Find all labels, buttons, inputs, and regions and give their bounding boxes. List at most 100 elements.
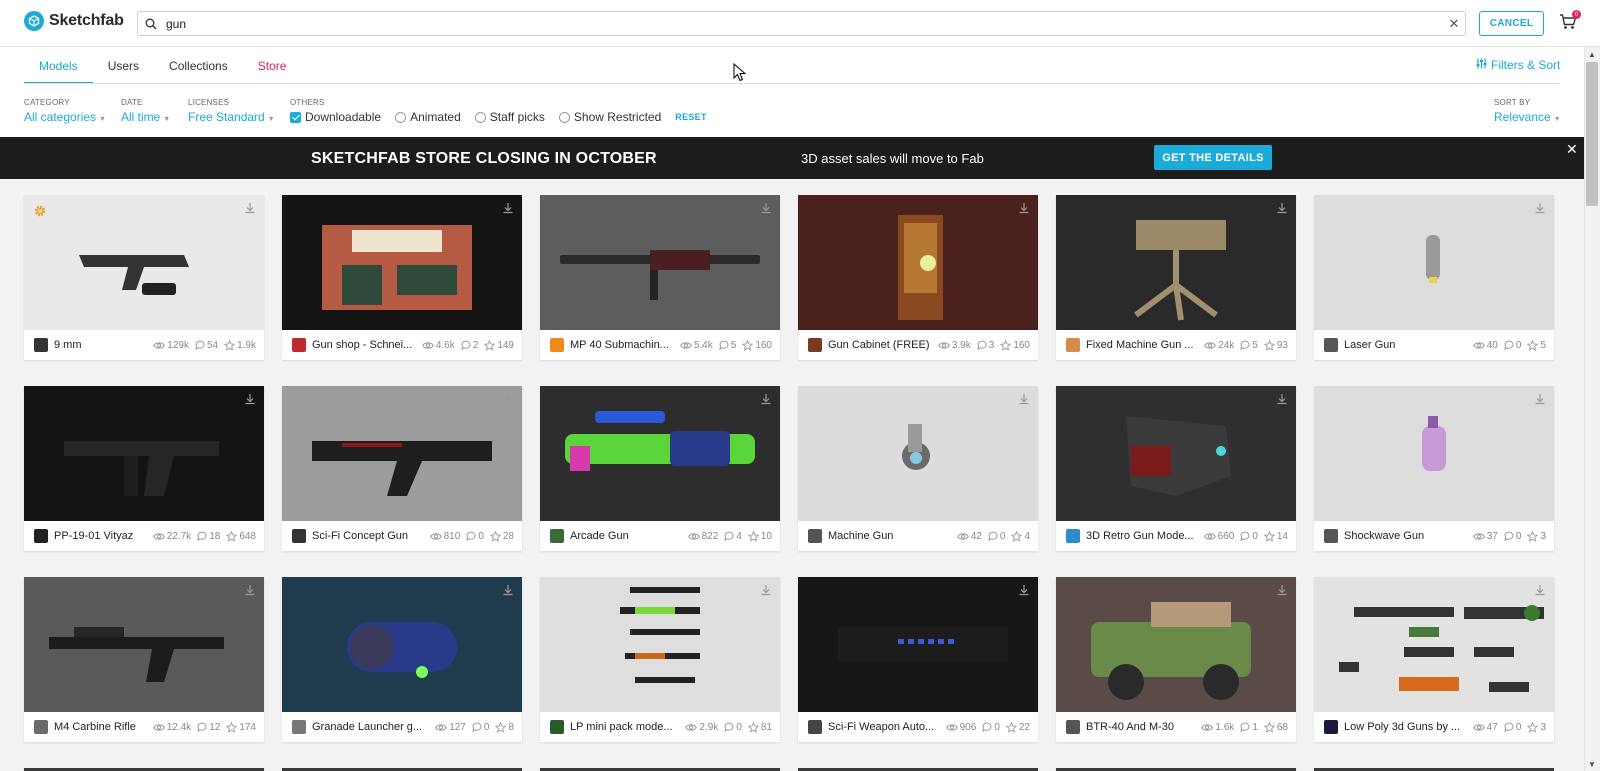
model-title[interactable]: Laser Gun	[1344, 339, 1473, 351]
model-thumbnail[interactable]	[282, 195, 522, 330]
model-title[interactable]: MP 40 Submachin...	[570, 339, 680, 351]
model-title[interactable]: Arcade Gun	[570, 530, 688, 542]
author-avatar[interactable]	[550, 720, 564, 734]
filters-sort-button[interactable]: Filters & Sort	[1476, 58, 1560, 72]
model-title[interactable]: Sci-Fi Concept Gun	[312, 530, 430, 542]
download-icon[interactable]	[502, 202, 514, 214]
star-icon[interactable]	[495, 721, 507, 733]
model-title[interactable]: M4 Carbine Rifle	[54, 721, 153, 733]
star-icon[interactable]	[1527, 339, 1539, 351]
author-avatar[interactable]	[34, 529, 48, 543]
author-avatar[interactable]	[550, 338, 564, 352]
author-avatar[interactable]	[808, 529, 822, 543]
author-avatar[interactable]	[292, 529, 306, 543]
author-avatar[interactable]	[808, 720, 822, 734]
model-card[interactable]: Sci-Fi Concept Gun 810 0 28	[282, 386, 522, 551]
model-card[interactable]: Laser Gun 40 0 5	[1314, 195, 1554, 360]
download-icon[interactable]	[502, 584, 514, 596]
author-avatar[interactable]	[34, 720, 48, 734]
download-icon[interactable]	[760, 202, 772, 214]
cancel-button[interactable]: CANCEL	[1479, 11, 1544, 36]
download-icon[interactable]	[1534, 584, 1546, 596]
download-icon[interactable]	[244, 393, 256, 405]
star-icon[interactable]	[484, 339, 496, 351]
model-thumbnail[interactable]	[24, 386, 264, 521]
model-title[interactable]: Sci-Fi Weapon Auto...	[828, 721, 946, 733]
star-icon[interactable]	[747, 530, 759, 542]
star-icon[interactable]	[1011, 530, 1023, 542]
category-filter[interactable]: CATEGORY All categories ▼	[24, 98, 106, 124]
star-icon[interactable]	[1527, 530, 1539, 542]
scroll-up-arrow-icon[interactable]: ▲	[1588, 50, 1596, 59]
get-details-button[interactable]: GET THE DETAILS	[1154, 145, 1272, 170]
model-card[interactable]: Sci-Fi Weapon Auto... 906 0 22	[798, 577, 1038, 742]
star-icon[interactable]	[1527, 721, 1539, 733]
download-icon[interactable]	[244, 202, 256, 214]
model-card[interactable]: 3D Retro Gun Mode... 660 0 14	[1056, 386, 1296, 551]
model-card[interactable]: Arcade Gun 822 4 10	[540, 386, 780, 551]
star-icon[interactable]	[489, 530, 501, 542]
model-thumbnail[interactable]	[24, 577, 264, 712]
star-icon[interactable]	[226, 721, 238, 733]
scrollbar-thumb[interactable]	[1586, 62, 1598, 206]
tab-models[interactable]: Models	[24, 48, 93, 84]
model-title[interactable]: BTR-40 And M-30	[1086, 721, 1201, 733]
download-icon[interactable]	[1018, 202, 1030, 214]
model-thumbnail[interactable]	[798, 386, 1038, 521]
model-title[interactable]: Shockwave Gun	[1344, 530, 1473, 542]
star-icon[interactable]	[1263, 721, 1275, 733]
model-thumbnail[interactable]	[1314, 577, 1554, 712]
download-icon[interactable]	[760, 393, 772, 405]
model-card[interactable]: Machine Gun 42 0 4	[798, 386, 1038, 551]
download-icon[interactable]	[1276, 393, 1288, 405]
tab-collections[interactable]: Collections	[154, 48, 243, 84]
download-icon[interactable]	[1276, 202, 1288, 214]
downloadable-checkbox[interactable]: Downloadable	[290, 110, 381, 124]
model-card[interactable]: Gun Cabinet (FREE) 3.9k 3 160	[798, 195, 1038, 360]
author-avatar[interactable]	[550, 529, 564, 543]
download-icon[interactable]	[1018, 393, 1030, 405]
model-card[interactable]: MP 40 Submachin... 5.4k 5 160	[540, 195, 780, 360]
tab-users[interactable]: Users	[93, 48, 154, 84]
model-thumbnail[interactable]	[540, 386, 780, 521]
model-thumbnail[interactable]	[1056, 577, 1296, 712]
model-thumbnail[interactable]	[1314, 195, 1554, 330]
model-card[interactable]: Gun shop - Schnei... 4.6k 2 149	[282, 195, 522, 360]
model-card[interactable]: Fixed Machine Gun ... 24k 5 93	[1056, 195, 1296, 360]
model-card[interactable]: Granade Launcher g... 127 0 8	[282, 577, 522, 742]
show-restricted-checkbox[interactable]: Show Restricted	[558, 110, 661, 124]
star-icon[interactable]	[224, 339, 236, 351]
model-thumbnail[interactable]	[24, 195, 264, 330]
download-icon[interactable]	[760, 584, 772, 596]
author-avatar[interactable]	[292, 720, 306, 734]
author-avatar[interactable]	[808, 338, 822, 352]
star-icon[interactable]	[1005, 721, 1017, 733]
star-icon[interactable]	[742, 339, 754, 351]
model-card[interactable]: PP-19-01 Vityaz 22.7k 18 648	[24, 386, 264, 551]
star-icon[interactable]	[747, 721, 759, 733]
star-icon[interactable]	[226, 530, 238, 542]
author-avatar[interactable]	[292, 338, 306, 352]
download-icon[interactable]	[1534, 202, 1546, 214]
scroll-down-arrow-icon[interactable]: ▼	[1588, 760, 1596, 769]
model-thumbnail[interactable]	[540, 577, 780, 712]
model-title[interactable]: PP-19-01 Vityaz	[54, 530, 153, 542]
tab-store[interactable]: Store	[243, 48, 302, 84]
model-title[interactable]: Low Poly 3d Guns by ...	[1344, 721, 1473, 733]
sketchfab-logo[interactable]: Sketchfab	[24, 11, 124, 31]
author-avatar[interactable]	[1324, 529, 1338, 543]
reset-button[interactable]: RESET	[675, 112, 707, 122]
model-card[interactable]: BTR-40 And M-30 1.6k 1 68	[1056, 577, 1296, 742]
model-title[interactable]: Granade Launcher g...	[312, 721, 435, 733]
model-title[interactable]: LP mini pack mode...	[570, 721, 685, 733]
star-icon[interactable]	[1000, 339, 1012, 351]
model-title[interactable]: 3D Retro Gun Mode...	[1086, 530, 1204, 542]
model-thumbnail[interactable]	[282, 577, 522, 712]
model-title[interactable]: Gun Cabinet (FREE)	[828, 339, 938, 351]
model-card[interactable]: 9 mm 129k 54 1.9k	[24, 195, 264, 360]
model-thumbnail[interactable]	[1056, 386, 1296, 521]
model-thumbnail[interactable]	[540, 195, 780, 330]
model-thumbnail[interactable]	[282, 386, 522, 521]
download-icon[interactable]	[1534, 393, 1546, 405]
model-thumbnail[interactable]	[1314, 386, 1554, 521]
